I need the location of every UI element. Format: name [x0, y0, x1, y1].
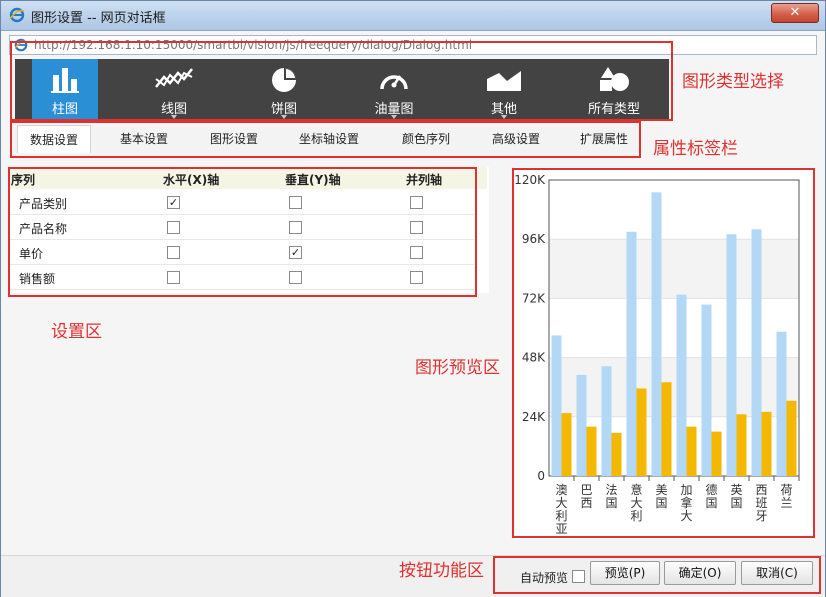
- dialog-window: 图形设置 -- 网页对话框 ✕ http://192.168.1.10:1500…: [0, 0, 826, 597]
- annotation-preview-area: 图形预览区: [415, 358, 500, 378]
- annotation-property-tabs: 属性标签栏: [653, 139, 738, 159]
- settings-highlight-box: [8, 167, 477, 297]
- title-bar: 图形设置 -- 网页对话框 ✕: [1, 1, 825, 31]
- ie-app-icon: [9, 7, 25, 23]
- button-area-highlight-box: [493, 556, 821, 594]
- annotation-button-area: 按钮功能区: [399, 561, 484, 581]
- annotation-settings-area: 设置区: [51, 322, 102, 342]
- tab-bar-highlight-box: [10, 121, 641, 158]
- preview-highlight-box: [512, 168, 815, 538]
- chart-type-highlight-box: [10, 41, 673, 121]
- window-title: 图形设置 -- 网页对话框: [31, 11, 166, 26]
- annotation-chart-type: 图形类型选择: [682, 72, 784, 92]
- close-button[interactable]: ✕: [771, 3, 819, 23]
